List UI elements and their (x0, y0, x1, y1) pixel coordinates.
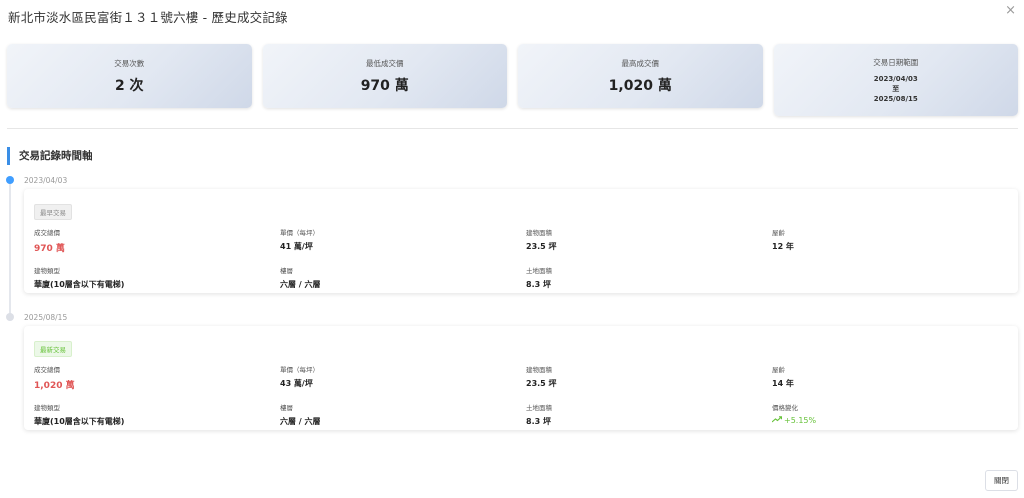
field-age: 屋齡 14 年 (772, 364, 1018, 391)
stat-card-max-price: 最高成交價 1,020 萬 (518, 44, 763, 108)
close-icon[interactable]: × (1005, 4, 1016, 18)
stat-label: 最低成交價 (366, 58, 404, 68)
timeline-date: 2025/08/15 (24, 313, 68, 322)
field-value: 14 年 (772, 379, 794, 388)
section-title: 交易記錄時間軸 (7, 147, 93, 165)
stat-card-date-range: 交易日期範圍 2023/04/03 至 2025/08/15 (773, 44, 1018, 116)
field-unit-price: 單價（每坪） 43 萬/坪 (280, 364, 526, 391)
stats-row: 交易次數 2 次 最低成交價 970 萬 最高成交價 1,020 萬 交易日期範… (7, 44, 1018, 116)
field-value: 43 萬/坪 (280, 379, 313, 388)
stat-label: 交易日期範圍 (873, 57, 919, 67)
field-label: 土地面積 (526, 267, 552, 275)
field-floor: 樓層 六層 / 六層 (280, 402, 526, 427)
field-label: 屋齡 (772, 366, 785, 374)
divider (7, 128, 1018, 129)
field-value: 12 年 (772, 242, 794, 251)
field-value: 23.5 坪 (526, 379, 557, 388)
field-building-area: 建物面積 23.5 坪 (526, 227, 772, 254)
field-label: 樓層 (280, 404, 293, 412)
price-change-value: +5.15% (772, 416, 1018, 425)
record-tag: 最早交易 (34, 204, 72, 220)
field-value: 970 萬 (34, 244, 65, 254)
field-label: 樓層 (280, 267, 293, 275)
field-unit-price: 單價（每坪） 41 萬/坪 (280, 227, 526, 254)
field-land-area: 土地面積 8.3 坪 (526, 265, 772, 290)
field-value: 1,020 萬 (34, 381, 75, 391)
date-range-end: 2025/08/15 (873, 94, 918, 103)
field-label: 建物面積 (526, 229, 552, 237)
field-value: 8.3 坪 (526, 417, 551, 426)
field-type: 建物類型 華廈(10層含以下有電梯) (34, 265, 280, 290)
record-tag: 最新交易 (34, 341, 72, 357)
stat-label: 交易次數 (114, 58, 145, 68)
stat-label: 最高成交價 (621, 58, 660, 68)
field-value: 華廈(10層含以下有電梯) (34, 417, 125, 426)
stat-card-count: 交易次數 2 次 (7, 44, 252, 108)
field-value: 8.3 坪 (526, 280, 551, 289)
stat-card-min-price: 最低成交價 970 萬 (262, 44, 507, 108)
timeline-dot-first (6, 176, 14, 184)
timeline-date: 2023/04/03 (24, 176, 68, 185)
field-value: 華廈(10層含以下有電梯) (34, 280, 125, 289)
field-age: 屋齡 12 年 (772, 227, 1018, 254)
field-value: 六層 / 六層 (280, 280, 321, 289)
stat-value: 970 萬 (360, 77, 409, 94)
date-range-start: 2023/04/03 (873, 74, 918, 83)
field-total-price: 成交總價 970 萬 (34, 227, 280, 254)
field-label: 單價（每坪） (280, 366, 319, 374)
field-label: 建物面積 (526, 366, 552, 374)
field-land-area: 土地面積 8.3 坪 (526, 402, 772, 427)
field-label: 單價（每坪） (280, 229, 319, 237)
timeline-dot-latest (6, 313, 14, 321)
close-button[interactable]: 關閉 (985, 470, 1018, 491)
field-label: 建物類型 (34, 267, 60, 275)
field-label: 屋齡 (772, 229, 785, 237)
field-label: 土地面積 (526, 404, 552, 412)
record-card-latest: 最新交易 成交總價 1,020 萬 單價（每坪） 43 萬/坪 建物面積 23.… (24, 326, 1018, 430)
trend-up-icon (772, 416, 782, 423)
field-label: 建物類型 (34, 404, 60, 412)
field-value: 41 萬/坪 (280, 242, 313, 251)
date-range-separator: 至 (892, 84, 900, 93)
field-type: 建物類型 華廈(10層含以下有電梯) (34, 402, 280, 427)
record-card-first: 最早交易 成交總價 970 萬 單價（每坪） 41 萬/坪 建物面積 23.5 … (24, 189, 1018, 293)
field-price-change: 價格變化 +5.15% (772, 402, 1018, 427)
field-label: 成交總價 (34, 366, 60, 374)
stat-value: 1,020 萬 (608, 77, 672, 94)
field-label: 成交總價 (34, 229, 60, 237)
price-change-text: +5.15% (784, 416, 817, 425)
field-total-price: 成交總價 1,020 萬 (34, 364, 280, 391)
dialog-title: 新北市淡水區民富街１３１號六樓 - 歷史成交記錄 (8, 10, 288, 25)
timeline-line (9, 182, 11, 317)
field-label: 價格變化 (772, 404, 798, 412)
stat-value: 2 次 (114, 77, 144, 94)
field-value: 六層 / 六層 (280, 417, 321, 426)
field-value: 23.5 坪 (526, 242, 557, 251)
field-building-area: 建物面積 23.5 坪 (526, 364, 772, 391)
field-floor: 樓層 六層 / 六層 (280, 265, 526, 290)
